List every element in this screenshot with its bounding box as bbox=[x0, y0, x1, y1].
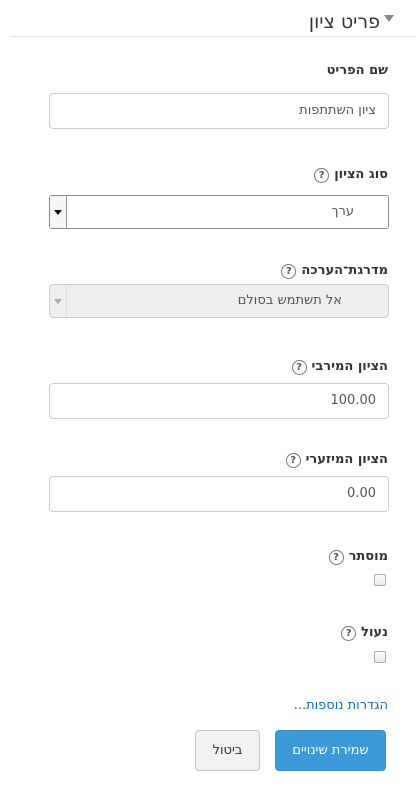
min-grade-label: הציון המיזערי ? bbox=[285, 451, 388, 469]
save-button[interactable]: שמירת שינויים bbox=[275, 730, 386, 771]
grade-type-label-text: סוג הציון bbox=[334, 167, 388, 182]
cancel-button[interactable]: ביטול bbox=[195, 730, 260, 771]
grade-type-select-value: ערך bbox=[331, 204, 354, 219]
help-icon[interactable]: ? bbox=[314, 167, 330, 183]
more-settings-link[interactable]: הגדרות נוספות... bbox=[294, 698, 388, 713]
help-icon[interactable]: ? bbox=[281, 263, 297, 279]
item-name-label: שם הפריט bbox=[327, 62, 388, 80]
scale-label: מדרגת־הערכה ? bbox=[281, 262, 388, 280]
chevron-down-icon bbox=[50, 196, 67, 228]
collapse-caret-icon[interactable] bbox=[384, 15, 394, 22]
item-name-input[interactable]: ציון השתתפות bbox=[49, 93, 389, 129]
help-icon[interactable]: ? bbox=[341, 625, 357, 641]
hidden-label: מוסתר ? bbox=[328, 548, 388, 566]
min-grade-input[interactable]: 0.00 bbox=[49, 476, 389, 512]
help-icon[interactable]: ? bbox=[328, 549, 344, 565]
locked-checkbox[interactable] bbox=[374, 651, 386, 663]
chevron-down-icon bbox=[50, 285, 67, 317]
help-icon[interactable]: ? bbox=[285, 452, 301, 468]
max-grade-label-text: הציון המירבי bbox=[311, 359, 388, 374]
hidden-checkbox[interactable] bbox=[374, 574, 386, 586]
grade-type-select[interactable]: ערך bbox=[49, 195, 389, 229]
section-header: פריט ציון bbox=[10, 10, 416, 37]
scale-select-value: אל תשתמש בסולם bbox=[237, 293, 342, 308]
section-title[interactable]: פריט ציון bbox=[309, 10, 380, 34]
scale-label-text: מדרגת־הערכה bbox=[301, 263, 388, 278]
grade-type-label: סוג הציון ? bbox=[314, 166, 388, 184]
help-icon[interactable]: ? bbox=[291, 359, 307, 375]
max-grade-label: הציון המירבי ? bbox=[291, 358, 388, 376]
locked-label: נעול ? bbox=[341, 624, 388, 642]
min-grade-label-text: הציון המיזערי bbox=[305, 452, 388, 467]
hidden-label-text: מוסתר bbox=[348, 549, 388, 564]
locked-label-text: נעול bbox=[361, 625, 388, 640]
max-grade-input[interactable]: 100.00 bbox=[49, 383, 389, 419]
scale-select: אל תשתמש בסולם bbox=[49, 284, 389, 318]
item-name-label-text: שם הפריט bbox=[326, 63, 388, 78]
